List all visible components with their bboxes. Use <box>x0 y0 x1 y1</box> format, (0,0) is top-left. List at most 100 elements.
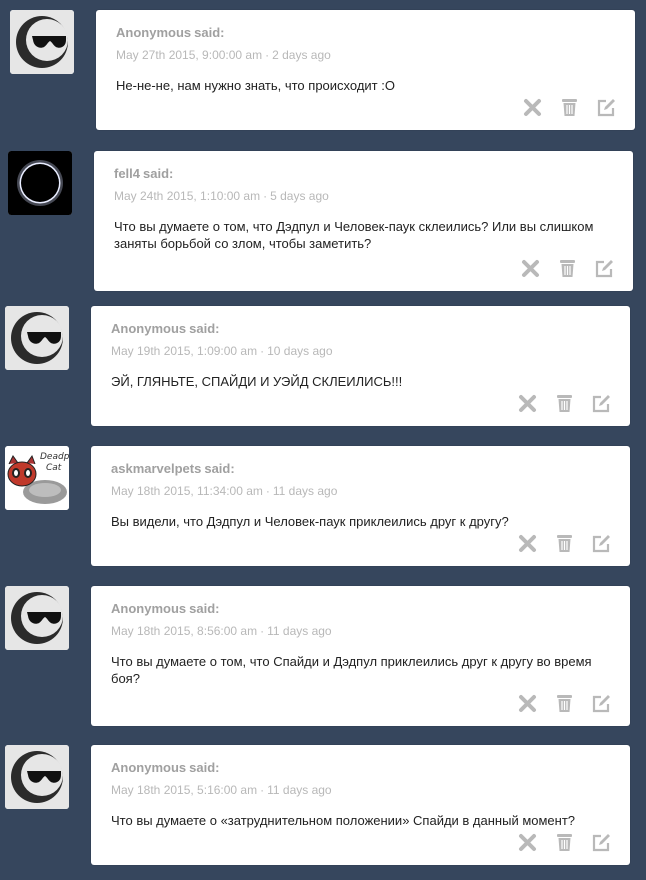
post-controls <box>517 533 612 554</box>
svg-text:Cat: Cat <box>46 463 62 473</box>
post-controls <box>517 393 612 414</box>
asker-line: Anonymous said: <box>111 321 219 336</box>
relative-time: 11 days ago <box>272 484 338 498</box>
date-text: May 19th 2015, 1:09:00 am <box>111 344 258 358</box>
edit-icon <box>592 535 610 553</box>
ask-card: Anonymous said: May 18th 2015, 8:56:00 am… <box>91 586 630 726</box>
avatar[interactable] <box>5 745 69 809</box>
avatar[interactable] <box>5 306 69 370</box>
date-separator: · <box>265 484 270 498</box>
trash-button[interactable] <box>554 693 575 714</box>
date-separator: · <box>260 344 265 358</box>
post-date: May 18th 2015, 5:16:00 am · 11 days ago <box>111 783 332 797</box>
x-icon <box>524 99 541 116</box>
said-label: said: <box>194 25 225 40</box>
post-controls <box>517 693 612 714</box>
ask-card: Anonymous said: May 27th 2015, 9:00:00 am… <box>96 10 635 130</box>
said-label: said: <box>204 461 235 476</box>
anonymous-avatar-icon <box>5 306 69 370</box>
edit-icon <box>592 695 610 713</box>
edit-button[interactable] <box>591 693 612 714</box>
x-icon <box>519 395 536 412</box>
asker-name[interactable]: Anonymous <box>111 760 186 775</box>
trash-button[interactable] <box>557 258 578 279</box>
asker-name[interactable]: Anonymous <box>111 321 186 336</box>
post-date: May 27th 2015, 9:00:00 am · 2 days ago <box>116 48 331 62</box>
trash-button[interactable] <box>559 97 580 118</box>
date-text: May 27th 2015, 9:00:00 am <box>116 48 263 62</box>
ask-card: fell4 said: May 24th 2015, 1:10:00 am · 5 d… <box>94 151 633 291</box>
post-date: May 18th 2015, 8:56:00 am · 11 days ago <box>111 624 332 638</box>
ask-card: askmarvelpets said: May 18th 2015, 11:34:… <box>91 446 630 566</box>
trash-button[interactable] <box>554 393 575 414</box>
ask-card: Anonymous said: May 19th 2015, 1:09:00 am… <box>91 306 630 426</box>
relative-time: 5 days ago <box>270 189 329 203</box>
delete-button[interactable] <box>517 533 538 554</box>
x-icon <box>519 695 536 712</box>
ask-card: Anonymous said: May 18th 2015, 5:16:00 am… <box>91 745 630 865</box>
delete-button[interactable] <box>520 258 541 279</box>
date-text: May 18th 2015, 11:34:00 am <box>111 484 263 498</box>
edit-icon <box>592 395 610 413</box>
post-date: May 19th 2015, 1:09:00 am · 10 days ago <box>111 344 333 358</box>
edit-icon <box>592 834 610 852</box>
trash-icon <box>557 695 572 712</box>
edit-button[interactable] <box>591 533 612 554</box>
edit-button[interactable] <box>591 832 612 853</box>
date-separator: · <box>260 624 265 638</box>
question-text: Что вы думаете о том, что Дэдпул и Челов… <box>114 219 594 251</box>
asker-line: Anonymous said: <box>116 25 224 40</box>
avatar[interactable] <box>8 151 72 215</box>
x-icon <box>519 834 536 851</box>
trash-button[interactable] <box>554 832 575 853</box>
date-separator: · <box>260 783 265 797</box>
question-text: Что вы думаете о том, что Спайди и Дэдпу… <box>111 654 592 686</box>
relative-time: 10 days ago <box>267 344 333 358</box>
asker-name[interactable]: Anonymous <box>116 25 191 40</box>
asker-line: askmarvelpets said: <box>111 461 235 476</box>
deadpool-cat-avatar-icon: Deadpool Cat <box>5 446 69 510</box>
avatar[interactable]: Deadpool Cat <box>5 446 69 510</box>
relative-time: 2 days ago <box>272 48 331 62</box>
question-text: Не-не-не, нам нужно знать, что происходи… <box>116 78 395 93</box>
edit-icon <box>597 99 615 117</box>
x-icon <box>519 535 536 552</box>
anonymous-avatar-icon <box>5 586 69 650</box>
trash-icon <box>557 395 572 412</box>
avatar[interactable] <box>5 586 69 650</box>
trash-icon <box>557 834 572 851</box>
asker-line: Anonymous said: <box>111 601 219 616</box>
question-text: Что вы думаете о «затруднительном положе… <box>111 813 576 828</box>
said-label: said: <box>189 601 220 616</box>
asker-name[interactable]: Anonymous <box>111 601 186 616</box>
trash-icon <box>557 535 572 552</box>
date-separator: · <box>263 189 268 203</box>
delete-button[interactable] <box>522 97 543 118</box>
post-controls <box>522 97 617 118</box>
delete-button[interactable] <box>517 693 538 714</box>
trash-button[interactable] <box>554 533 575 554</box>
avatar[interactable] <box>10 10 74 74</box>
x-icon <box>522 260 539 277</box>
post-date: May 24th 2015, 1:10:00 am · 5 days ago <box>114 189 329 203</box>
delete-button[interactable] <box>517 832 538 853</box>
edit-button[interactable] <box>594 258 615 279</box>
edit-button[interactable] <box>591 393 612 414</box>
date-separator: · <box>265 48 270 62</box>
date-text: May 18th 2015, 5:16:00 am <box>111 783 258 797</box>
said-label: said: <box>189 760 220 775</box>
date-text: May 18th 2015, 8:56:00 am <box>111 624 258 638</box>
post-date: May 18th 2015, 11:34:00 am · 11 days ago <box>111 484 337 498</box>
said-label: said: <box>189 321 220 336</box>
question-text: Вы видели, что Дэдпул и Человек-паук при… <box>111 514 509 529</box>
post-controls <box>517 832 612 853</box>
asker-name[interactable]: fell4 <box>114 166 140 181</box>
date-text: May 24th 2015, 1:10:00 am <box>114 189 261 203</box>
relative-time: 11 days ago <box>267 624 332 638</box>
asker-name[interactable]: askmarvelpets <box>111 461 201 476</box>
delete-button[interactable] <box>517 393 538 414</box>
anonymous-avatar-icon <box>10 10 74 74</box>
post-controls <box>520 258 615 279</box>
asker-line: Anonymous said: <box>111 760 219 775</box>
edit-button[interactable] <box>596 97 617 118</box>
